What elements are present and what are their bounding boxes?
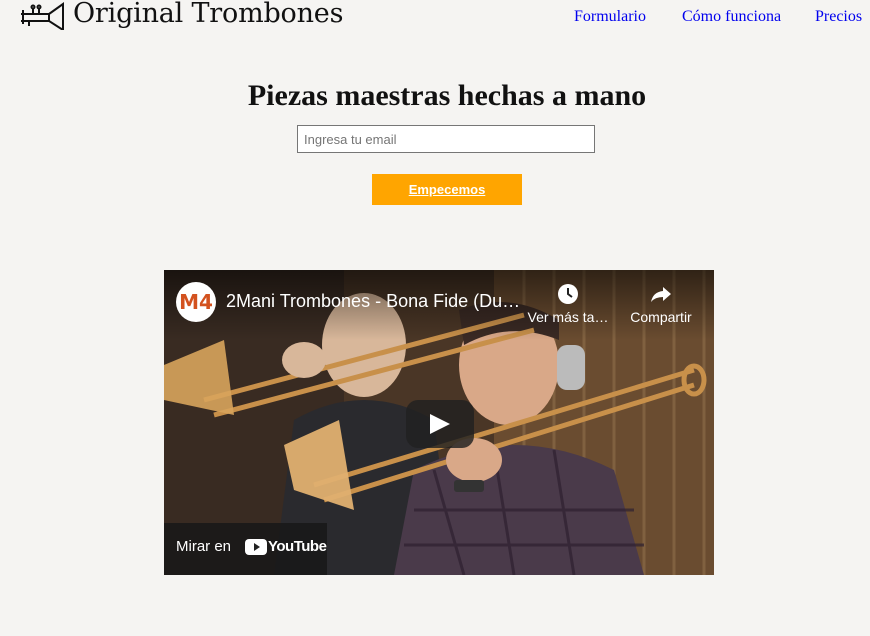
nav-link-como-funciona[interactable]: Cómo funciona (682, 8, 781, 26)
video-embed[interactable]: M4 2Mani Trombones - Bona Fide (Duo… Ver… (164, 270, 714, 575)
site-header: Original Trombones Formulario Cómo funci… (0, 0, 870, 36)
email-input[interactable] (297, 125, 595, 153)
clock-icon (558, 284, 578, 304)
watch-on-label: Mirar en (176, 538, 232, 555)
play-button[interactable] (406, 400, 474, 448)
watch-later-button[interactable]: Ver más ta… (526, 282, 610, 325)
hero-title: Piezas maestras hechas a mano (247, 79, 647, 112)
start-button[interactable]: Empecemos (372, 174, 522, 205)
play-icon (430, 414, 450, 434)
channel-avatar[interactable]: M4 (176, 282, 216, 322)
video-title[interactable]: 2Mani Trombones - Bona Fide (Duo… (226, 291, 526, 312)
share-label: Compartir (630, 309, 692, 325)
nav-link-precios[interactable]: Precios (815, 8, 862, 26)
trombone-logo-icon[interactable] (19, 0, 65, 30)
brand-name: Original Trombones (73, 0, 344, 29)
nav-link-formulario[interactable]: Formulario (574, 8, 646, 26)
share-arrow-icon (651, 287, 671, 302)
youtube-wordmark: YouTube (268, 538, 327, 555)
watch-later-label: Ver más ta… (527, 309, 609, 325)
share-button[interactable]: Compartir (619, 282, 703, 325)
youtube-logo-icon (245, 539, 267, 555)
watch-on-youtube-bar[interactable]: Mirar en YouTube (164, 523, 327, 575)
